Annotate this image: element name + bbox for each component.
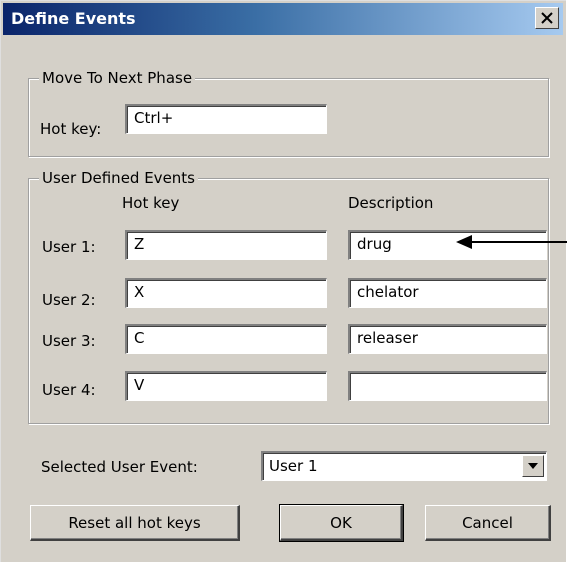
user-1-hotkey-input[interactable]: Z [125, 230, 327, 260]
move-to-next-phase-caption: Move To Next Phase [39, 68, 196, 88]
ok-button[interactable]: OK [279, 504, 404, 542]
selected-user-event-dropdown[interactable]: User 1 [261, 451, 547, 481]
user-1-label: User 1: [42, 238, 96, 256]
arrow-left-icon [456, 235, 567, 249]
user-4-description-input[interactable] [348, 371, 547, 401]
cancel-button[interactable]: Cancel [425, 505, 551, 541]
user-2-hotkey-input[interactable]: X [125, 278, 327, 308]
user-2-description-input[interactable]: chelator [348, 278, 547, 308]
user-2-label: User 2: [42, 291, 96, 309]
close-icon [541, 12, 553, 24]
hotkey-column-header: Hot key [122, 194, 180, 212]
user-4-hotkey-input[interactable]: V [125, 371, 327, 401]
selected-user-event-value: User 1 [269, 457, 318, 475]
title-bar: Define Events [3, 3, 563, 35]
selected-user-event-label: Selected User Event: [41, 458, 198, 476]
user-3-description-input[interactable]: releaser [348, 324, 547, 354]
close-button[interactable] [535, 7, 559, 29]
user-3-hotkey-input[interactable]: C [125, 324, 327, 354]
chevron-down-icon [528, 463, 538, 469]
user-3-label: User 3: [42, 332, 96, 350]
phase-hotkey-label: Hot key: [40, 120, 102, 138]
window-title: Define Events [11, 9, 136, 28]
description-column-header: Description [348, 194, 434, 212]
user-4-label: User 4: [42, 381, 96, 399]
user-defined-events-caption: User Defined Events [39, 168, 198, 188]
phase-hotkey-input[interactable]: Ctrl+ [125, 104, 327, 134]
define-events-dialog: Define Events Move To Next Phase Hot key… [0, 0, 567, 562]
dropdown-button[interactable] [522, 455, 544, 477]
reset-hotkeys-button[interactable]: Reset all hot keys [30, 505, 240, 541]
